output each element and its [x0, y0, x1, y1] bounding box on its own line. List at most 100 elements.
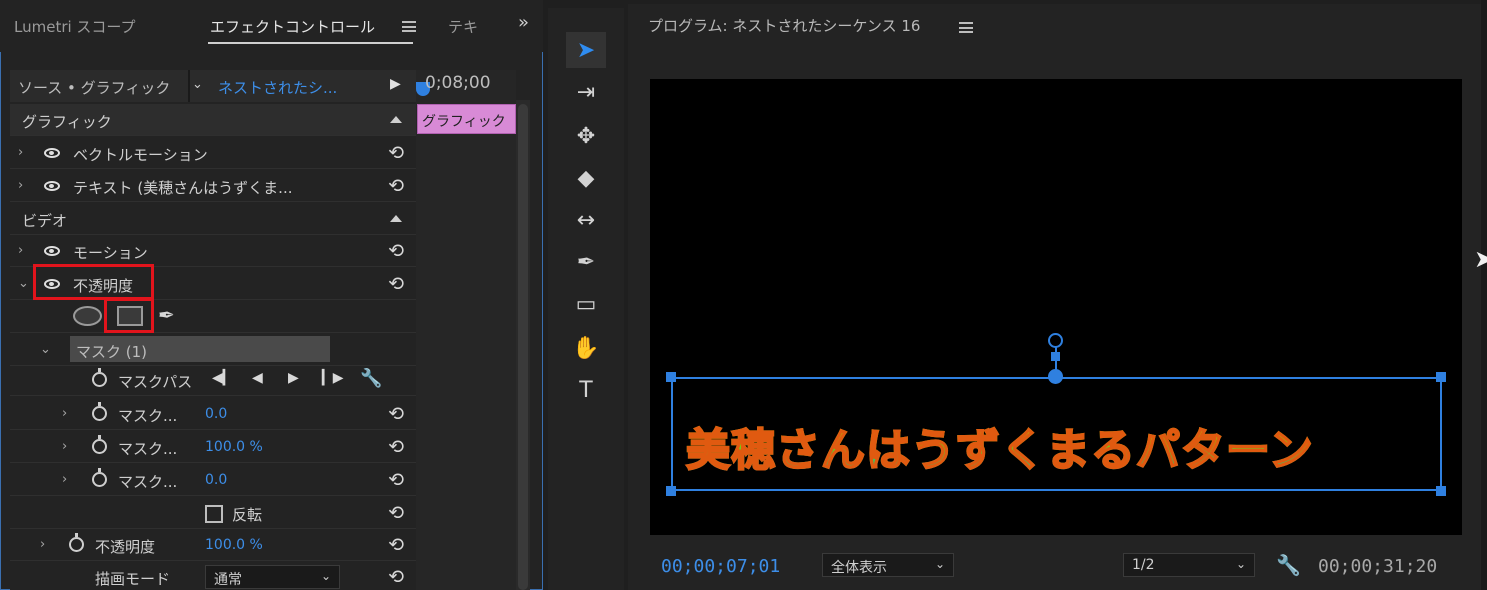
reset-icon[interactable]: ⟲	[388, 273, 404, 295]
panel-menu-icon[interactable]	[402, 21, 416, 32]
eye-icon[interactable]	[44, 246, 60, 256]
reset-icon[interactable]: ⟲	[388, 142, 404, 164]
track-select-tool[interactable]: ⇥	[566, 74, 606, 110]
stopwatch-icon[interactable]	[92, 368, 107, 387]
mask-handle-bottom-right[interactable]	[1436, 486, 1446, 496]
more-tabs-icon[interactable]: »	[518, 12, 529, 33]
razor-tool[interactable]: ◆	[566, 160, 606, 196]
tab-lumetri-scopes[interactable]: Lumetri スコープ	[14, 16, 136, 37]
blend-mode-select[interactable]: 通常 ⌄	[205, 565, 340, 589]
rotation-stem	[1055, 346, 1057, 370]
tab-effect-controls[interactable]: エフェクトコントロール	[210, 16, 375, 37]
reset-icon[interactable]: ⟲	[388, 175, 404, 197]
motion-row[interactable]: › モーション ⟲	[10, 235, 416, 267]
collapse-icon[interactable]	[390, 215, 402, 222]
reset-icon[interactable]: ⟲	[388, 240, 404, 262]
chevron-right-icon[interactable]: ›	[18, 145, 23, 160]
chevron-right-icon[interactable]: ›	[18, 178, 23, 193]
track-forward-icon[interactable]: ▶	[288, 370, 299, 386]
mask-feather-row[interactable]: › マスク... 0.0 ⟲	[10, 398, 416, 430]
reset-icon[interactable]: ⟲	[388, 566, 404, 588]
highlight-box-opacity	[33, 264, 154, 300]
mask-opacity-row[interactable]: › マスク... 100.0 % ⟲	[10, 431, 416, 463]
mask-handle-top-right[interactable]	[1436, 372, 1446, 382]
reset-icon[interactable]: ⟲	[388, 436, 404, 458]
mask-handle-top-center[interactable]	[1048, 369, 1063, 384]
tab-text[interactable]: テキ	[448, 16, 478, 37]
source-label: ソース • グラフィック	[18, 79, 171, 97]
pen-tool[interactable]: ✒	[566, 244, 606, 280]
reset-icon[interactable]: ⟲	[388, 534, 404, 556]
stopwatch-icon[interactable]	[69, 533, 84, 552]
sequence-link[interactable]: ネストされたシ...	[218, 77, 337, 98]
track-backward-icon[interactable]: ◀	[252, 370, 263, 386]
mask-group-row[interactable]: ⌄ マスク (1)	[10, 334, 416, 366]
stopwatch-icon[interactable]	[92, 468, 107, 487]
mask-feather-value[interactable]: 0.0	[205, 406, 227, 422]
slip-tool[interactable]: ↔	[566, 202, 606, 238]
resolution-select[interactable]: 1/2 ⌄	[1123, 553, 1255, 577]
chevron-right-icon[interactable]: ›	[40, 537, 45, 552]
mask-expansion-label: マスク...	[118, 473, 178, 491]
chevron-down-icon[interactable]: ⌄	[18, 276, 29, 291]
pen-tool-icon: ✒	[576, 249, 596, 275]
reset-icon[interactable]: ⟲	[388, 403, 404, 425]
chevron-right-icon[interactable]: ›	[62, 406, 67, 421]
current-timecode[interactable]: 00;00;07;01	[661, 556, 780, 577]
invert-checkbox[interactable]	[205, 505, 223, 523]
eye-icon[interactable]	[44, 148, 60, 158]
collapse-icon[interactable]	[390, 116, 402, 123]
mask-handle-top-left[interactable]	[666, 372, 676, 382]
section-graphic[interactable]: グラフィック	[10, 104, 416, 136]
type-tool[interactable]: T	[566, 372, 606, 408]
slip-tool-icon: ↔	[576, 207, 596, 233]
stopwatch-icon[interactable]	[92, 435, 107, 454]
opacity-property-value[interactable]: 100.0 %	[205, 537, 263, 553]
program-monitor-title[interactable]: プログラム: ネストされたシーケンス 16	[648, 15, 920, 36]
selection-tool[interactable]: ➤	[566, 32, 606, 68]
reset-icon[interactable]: ⟲	[388, 469, 404, 491]
mask-handle-bottom-left[interactable]	[666, 486, 676, 496]
ellipse-mask-icon[interactable]	[73, 306, 102, 326]
opacity-property-row[interactable]: › 不透明度 100.0 % ⟲	[10, 529, 416, 561]
zoom-level-select[interactable]: 全体表示 ⌄	[822, 553, 954, 577]
ripple-edit-tool[interactable]: ✥	[566, 118, 606, 154]
settings-wrench-icon[interactable]: 🔧	[1276, 553, 1301, 577]
track-next-icon[interactable]: ▎▶	[322, 370, 344, 386]
mask-expansion-row[interactable]: › マスク... 0.0 ⟲	[10, 464, 416, 496]
pen-mask-icon[interactable]: ✒	[158, 303, 175, 327]
track-previous-icon[interactable]: ◀▎	[212, 370, 234, 386]
scrollbar-thumb[interactable]	[518, 104, 528, 590]
play-only-icon[interactable]: ▶	[390, 76, 401, 92]
chevron-right-icon[interactable]: ›	[62, 472, 67, 487]
divider	[188, 70, 190, 102]
chevron-down-icon[interactable]: ⌄	[40, 342, 51, 357]
chevron-down-icon[interactable]: ⌄	[192, 77, 203, 92]
rectangle-tool[interactable]: ▭	[566, 286, 606, 322]
graphic-clip-bar[interactable]: グラフィック	[417, 104, 516, 134]
vector-motion-row[interactable]: › ベクトルモーション ⟲	[10, 137, 416, 169]
rotation-handle[interactable]	[1048, 333, 1063, 348]
motion-label: モーション	[73, 244, 148, 262]
wrench-icon[interactable]: 🔧	[360, 368, 382, 389]
mask-group-label: マスク (1)	[76, 343, 148, 361]
effect-timeline[interactable]	[416, 70, 516, 590]
text-layer-row[interactable]: › テキスト (美穂さんはうずくま... ⟲	[10, 170, 416, 202]
program-menu-icon[interactable]	[959, 22, 973, 33]
active-tab-indicator	[208, 42, 413, 44]
eye-icon[interactable]	[44, 181, 60, 191]
section-video-label: ビデオ	[22, 212, 68, 230]
chevron-right-icon[interactable]: ›	[62, 439, 67, 454]
chevron-down-icon: ⌄	[934, 557, 945, 571]
reset-icon[interactable]: ⟲	[388, 502, 404, 524]
chevron-right-icon[interactable]: ›	[18, 243, 23, 258]
mask-opacity-value[interactable]: 100.0 %	[205, 439, 263, 455]
stopwatch-icon[interactable]	[92, 402, 107, 421]
mask-path-row[interactable]: マスクパス ◀▎ ◀ ▶ ▎▶ 🔧	[10, 364, 416, 396]
hand-tool[interactable]: ✋	[566, 330, 606, 366]
mask-expansion-value[interactable]: 0.0	[205, 472, 227, 488]
mask-tools-row: ✒	[10, 300, 416, 333]
section-video[interactable]: ビデオ	[10, 203, 416, 235]
timeline-timecode: 0;08;00	[425, 73, 491, 93]
text-layer-label: テキスト (美穂さんはうずくま...	[73, 179, 293, 197]
